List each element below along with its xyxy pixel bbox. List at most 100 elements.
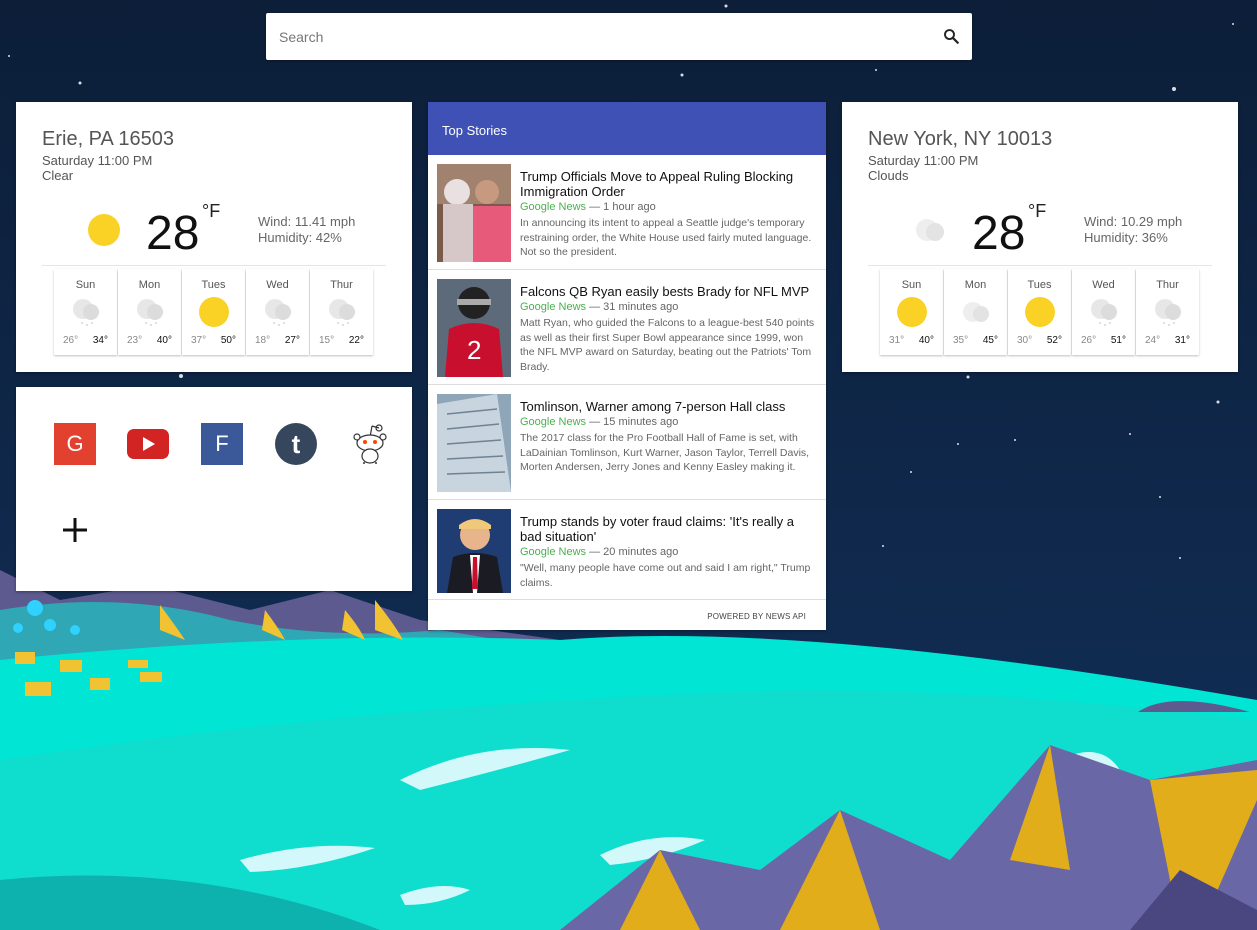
cloud-rain-icon xyxy=(1091,299,1117,326)
forecast-low: 18° xyxy=(255,335,271,346)
story-source: Google News xyxy=(520,546,587,558)
story-thumbnail xyxy=(437,394,511,492)
forecast-high: 40° xyxy=(156,335,172,346)
weather-city: Erie, PA 16503 xyxy=(42,128,174,150)
reddit-shortcut[interactable] xyxy=(349,423,391,465)
forecast-low: 26° xyxy=(1081,335,1097,346)
cloud-rain-icon xyxy=(329,299,355,326)
weather-city: New York, NY 10013 xyxy=(868,128,1053,150)
story-description: The 2017 class for the Pro Football Hall… xyxy=(520,432,810,473)
sun-icon xyxy=(897,297,927,327)
weather-wind: Wind: 10.29 mph xyxy=(1084,214,1183,229)
sun-icon xyxy=(199,297,229,327)
youtube-icon xyxy=(127,429,169,459)
forecast-day: Tues 37° 50° xyxy=(182,269,245,355)
story-time: 15 minutes ago xyxy=(603,416,679,428)
story-source: Google News xyxy=(520,301,587,313)
news-story[interactable]: Tomlinson, Warner among 7-person Hall cl… xyxy=(428,385,826,500)
story-meta: Google News — 15 minutes ago xyxy=(520,416,679,428)
story-thumbnail xyxy=(437,509,511,593)
forecast-day-name: Mon xyxy=(964,279,987,291)
weather-card-erie: Erie, PA 16503 Saturday 11:00 PM Clear 2… xyxy=(16,102,412,372)
forecast-low: 26° xyxy=(63,335,79,346)
sun-icon xyxy=(1025,297,1055,327)
news-story[interactable]: Trump stands by voter fraud claims: 'It'… xyxy=(428,500,826,600)
search-icon[interactable] xyxy=(942,27,960,45)
forecast-day: Wed 18° 27° xyxy=(246,269,309,355)
facebook-shortcut[interactable]: F xyxy=(201,423,243,465)
story-title: Trump stands by voter fraud claims: 'It'… xyxy=(520,514,794,544)
news-story[interactable]: Trump Officials Move to Appeal Ruling Bl… xyxy=(428,155,826,270)
add-shortcut-button[interactable] xyxy=(60,515,90,545)
story-thumbnail: 2 xyxy=(437,279,511,377)
forecast-low: 30° xyxy=(1017,335,1033,346)
cloud-rain-icon xyxy=(265,299,291,326)
search-input[interactable] xyxy=(266,13,906,60)
story-meta: Google News — 31 minutes ago xyxy=(520,301,679,313)
story-meta: Google News — 1 hour ago xyxy=(520,201,656,213)
forecast-day-name: Tues xyxy=(201,279,226,291)
forecast-high: 34° xyxy=(92,335,108,346)
google-icon: G xyxy=(66,431,84,456)
cloud-rain-icon xyxy=(1155,299,1181,326)
news-story[interactable]: 2 Falcons QB Ryan easily bests Brady for… xyxy=(428,270,826,385)
forecast-low: 24° xyxy=(1145,335,1161,346)
weather-condition: Clear xyxy=(42,168,74,183)
weather-unit: °F xyxy=(1028,201,1047,221)
weather-time: Saturday 11:00 PM xyxy=(42,153,153,168)
forecast-high: 31° xyxy=(1174,335,1190,346)
forecast-row: Sun 31° 40° Mon 35° 45° Tues 30° 52° Wed… xyxy=(880,269,1199,355)
forecast-high: 40° xyxy=(918,335,934,346)
forecast-high: 45° xyxy=(982,335,998,346)
forecast-high: 27° xyxy=(284,335,300,346)
story-time: 31 minutes ago xyxy=(603,301,679,313)
story-description: Matt Ryan, who guided the Falcons to a l… xyxy=(520,317,815,373)
forecast-day-name: Sun xyxy=(75,279,96,291)
sun-icon xyxy=(88,214,120,246)
youtube-shortcut[interactable] xyxy=(127,423,169,465)
tumblr-shortcut[interactable]: t xyxy=(275,423,317,465)
forecast-low: 15° xyxy=(319,335,335,346)
powered-by-label[interactable]: POWERED BY NEWS API xyxy=(707,612,806,621)
cloud-icon xyxy=(916,219,944,241)
search-bar xyxy=(266,13,972,60)
app-shortcuts-card: G F t xyxy=(16,387,412,591)
google-shortcut[interactable]: G xyxy=(54,423,96,465)
story-time: 20 minutes ago xyxy=(603,546,679,558)
facebook-icon: F xyxy=(215,431,229,456)
forecast-day: Sun 31° 40° xyxy=(880,269,943,355)
divider xyxy=(868,265,1212,266)
reddit-icon xyxy=(353,424,387,464)
forecast-low: 31° xyxy=(889,335,905,346)
forecast-day-name: Thur xyxy=(330,279,353,291)
forecast-day: Sun 26° 34° xyxy=(54,269,117,355)
story-source: Google News xyxy=(520,201,587,213)
forecast-day-name: Thur xyxy=(1156,279,1179,291)
forecast-low: 37° xyxy=(191,335,207,346)
forecast-day: Tues 30° 52° xyxy=(1008,269,1071,355)
tumblr-icon: t xyxy=(291,428,301,459)
forecast-high: 50° xyxy=(220,335,236,346)
forecast-day-name: Wed xyxy=(266,279,289,291)
forecast-day-name: Mon xyxy=(138,279,161,291)
weather-humidity: Humidity: 42% xyxy=(258,230,342,245)
forecast-day-name: Sun xyxy=(901,279,922,291)
forecast-high: 51° xyxy=(1110,335,1126,346)
top-stories-card: Top Stories Trump Officials Move to Appe… xyxy=(428,102,826,630)
top-stories-header: Top Stories xyxy=(428,102,826,155)
forecast-high: 22° xyxy=(348,335,364,346)
forecast-low: 35° xyxy=(953,335,969,346)
cloud-rain-icon xyxy=(137,299,163,326)
forecast-day: Mon 23° 40° xyxy=(118,269,181,355)
weather-humidity: Humidity: 36% xyxy=(1084,230,1168,245)
weather-temp: 28 xyxy=(972,207,1026,260)
story-thumbnail xyxy=(437,164,511,262)
story-title: Tomlinson, Warner among 7-person Hall cl… xyxy=(520,399,786,414)
weather-condition: Clouds xyxy=(868,168,909,183)
cloud-icon xyxy=(963,302,989,322)
svg-text:2: 2 xyxy=(467,335,481,365)
forecast-row: Sun 26° 34° Mon 23° 40° Tues 37° 50° Wed… xyxy=(54,269,373,355)
story-title: Trump Officials Move to Appeal Ruling Bl… xyxy=(520,169,794,199)
forecast-day: Thur 24° 31° xyxy=(1136,269,1199,355)
story-description: In announcing its intent to appeal a Sea… xyxy=(520,217,812,258)
